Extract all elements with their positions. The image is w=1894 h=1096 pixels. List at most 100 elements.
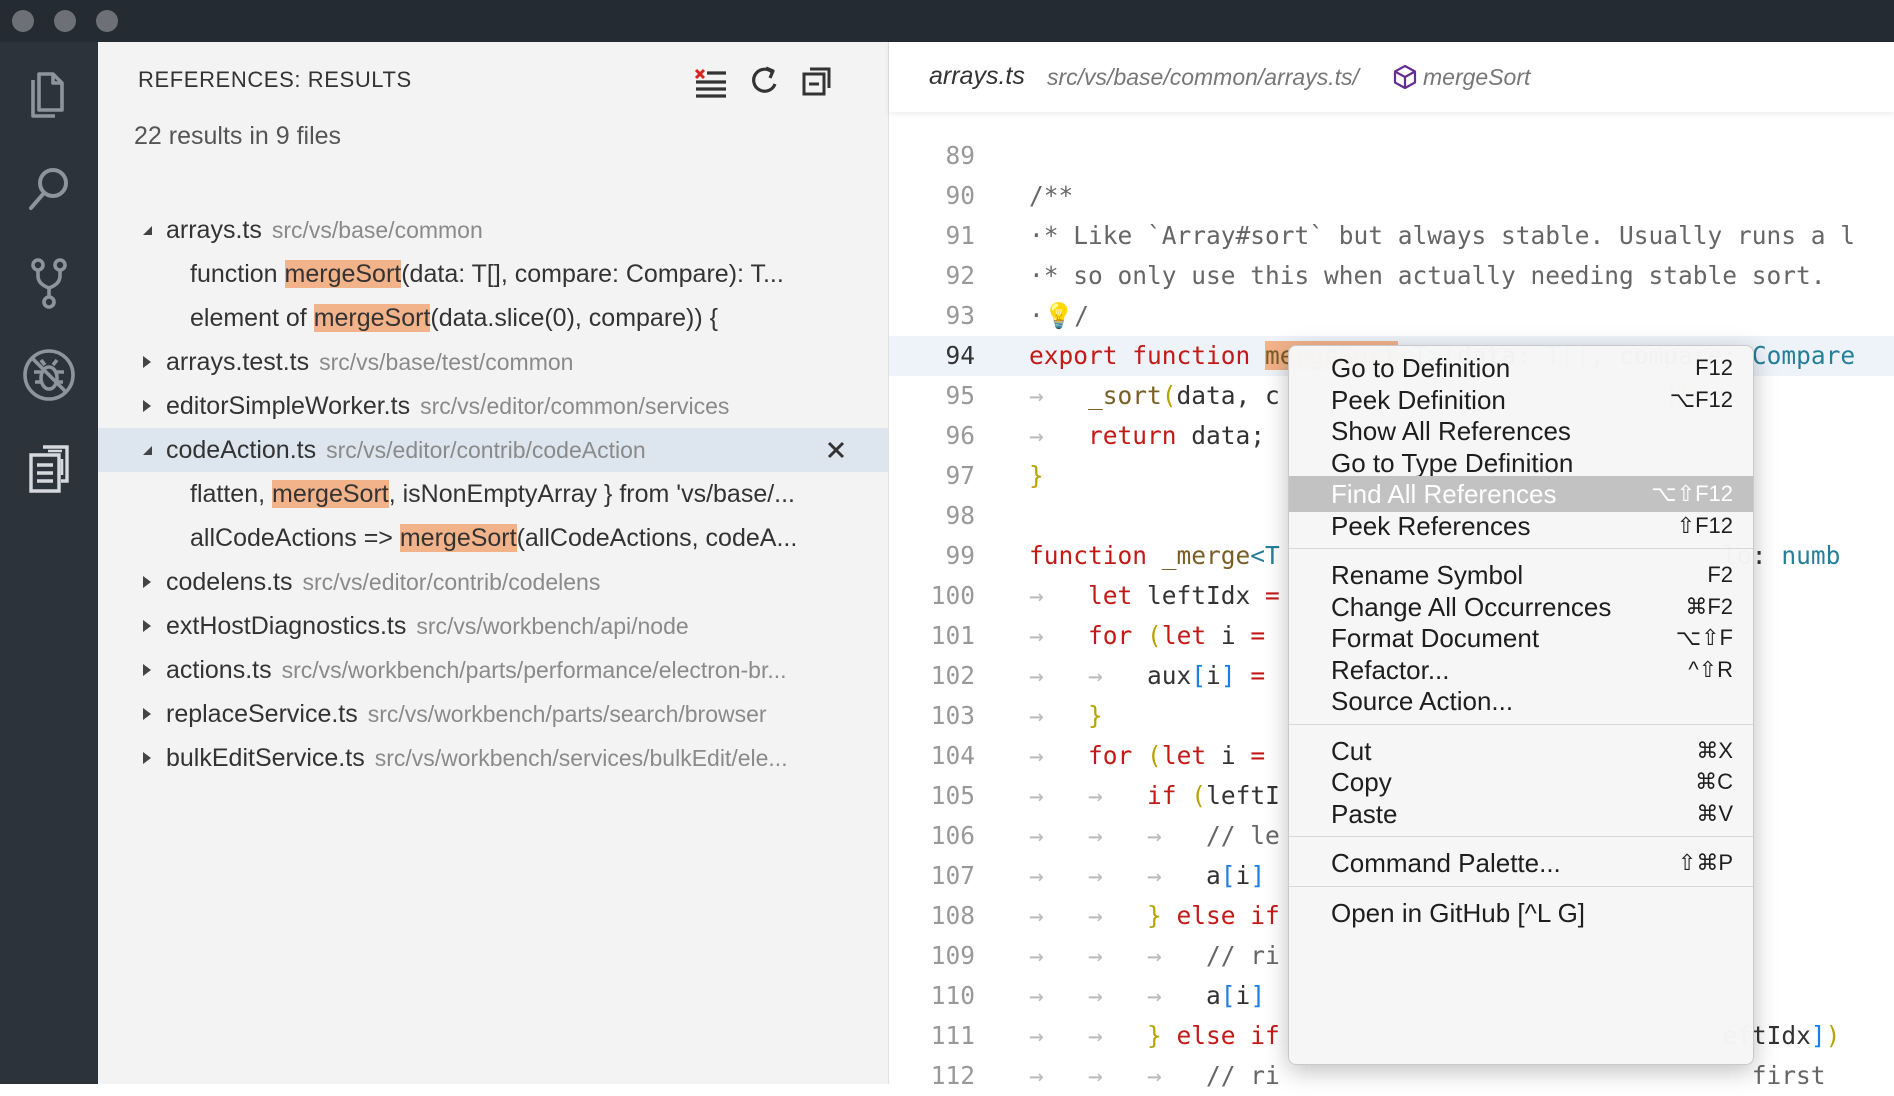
menu-item[interactable]: Command Palette... ⇧⌘P [1289, 845, 1753, 881]
tree-file-row[interactable]: bulkEditService.ts src/vs/workbench/servi… [98, 736, 888, 780]
window-titlebar [0, 0, 1894, 42]
code-line[interactable]: 92 ·* so only use this when actually need… [889, 256, 1894, 296]
tree-match-row[interactable]: function mergeSort(data: T[], compare: C… [98, 252, 888, 296]
line-text: ·* Like `Array#sort` but always stable. … [1029, 221, 1856, 250]
dismiss-icon[interactable] [826, 428, 852, 472]
tree-file-row[interactable]: editorSimpleWorker.ts src/vs/editor/commo… [98, 384, 888, 428]
match-highlight: mergeSort [284, 260, 402, 288]
line-text: ·* so only use this when actually needin… [1029, 261, 1826, 290]
menu-item-label: Command Palette... [1331, 848, 1561, 878]
match-preview: element of mergeSort(data.slice(0), comp… [190, 296, 860, 340]
menu-item-shortcut: ⇧F12 [1676, 512, 1733, 538]
tree-file-row[interactable]: arrays.ts src/vs/base/common [98, 208, 888, 252]
line-text: → } [1029, 701, 1103, 730]
line-text: → → if (leftI [1029, 781, 1280, 810]
tree-file-row[interactable]: arrays.test.ts src/vs/base/test/common [98, 340, 888, 384]
file-path: src/vs/workbench/parts/performance/elect… [281, 657, 787, 683]
close-window-button[interactable] [12, 10, 34, 32]
zoom-window-button[interactable] [96, 10, 118, 32]
sidebar-title: REFERENCES: RESULTS [138, 67, 412, 92]
tree-match-row[interactable]: element of mergeSort(data.slice(0), comp… [98, 296, 888, 340]
references-tree: arrays.ts src/vs/base/common function merg… [98, 208, 888, 780]
match-after: (data.slice(0), compare)) { [430, 304, 719, 332]
line-number: 89 [945, 141, 975, 170]
line-number: 93 [945, 301, 975, 330]
menu-item[interactable]: Source Action... [1289, 683, 1753, 719]
line-text: → for (let i = [1029, 741, 1266, 770]
activity-bar [0, 42, 98, 1084]
line-number: 110 [930, 981, 975, 1010]
breadcrumb-symbol[interactable]: mergeSort [1423, 64, 1530, 91]
file-entry: bulkEditService.ts src/vs/workbench/servi… [166, 736, 788, 780]
file-entry: codeAction.ts src/vs/editor/contrib/codeA… [166, 428, 646, 472]
menu-item[interactable]: Open in GitHub [^L G] [1289, 895, 1753, 931]
tree-file-row[interactable]: codeAction.ts src/vs/editor/contrib/codeA… [98, 428, 888, 472]
match-highlight: mergeSort [313, 304, 431, 332]
line-text: → let leftIdx = [1029, 581, 1280, 610]
tree-match-row[interactable]: flatten, mergeSort, isNonEmptyArray } fr… [98, 472, 888, 516]
search-icon[interactable] [19, 159, 79, 219]
line-text: } [1029, 461, 1044, 490]
line-number: 108 [930, 901, 975, 930]
file-name: arrays.test.ts [166, 348, 310, 376]
match-before: flatten, [190, 480, 272, 508]
chevron-right-icon[interactable] [140, 736, 154, 780]
chevron-right-icon[interactable] [140, 648, 154, 692]
match-preview: function mergeSort(data: T[], compare: C… [190, 252, 860, 296]
breadcrumb: arrays.ts src/vs/base/common/arrays.ts/ … [889, 42, 1894, 112]
chevron-down-icon[interactable] [140, 208, 154, 252]
chevron-right-icon[interactable] [140, 340, 154, 384]
menu-item[interactable]: Peek References ⇧F12 [1289, 508, 1753, 544]
match-before: element of [190, 304, 314, 332]
refresh-icon[interactable] [744, 60, 784, 100]
file-entry: replaceService.ts src/vs/workbench/parts/… [166, 692, 767, 736]
menu-item-shortcut: ⇧⌘P [1677, 850, 1733, 875]
line-text: ·💡/ [1029, 301, 1090, 330]
code-line[interactable]: 90 /** [889, 176, 1894, 216]
source-control-icon[interactable] [19, 252, 79, 312]
clear-results-icon[interactable] [690, 60, 730, 100]
line-text: → return data; [1029, 421, 1266, 450]
line-number: 95 [945, 381, 975, 410]
chevron-right-icon[interactable] [140, 384, 154, 428]
minimize-window-button[interactable] [54, 10, 76, 32]
files-icon[interactable] [19, 60, 79, 120]
code-line[interactable]: 91 ·* Like `Array#sort` but always stable… [889, 216, 1894, 256]
chevron-right-icon[interactable] [140, 604, 154, 648]
references-icon[interactable] [19, 437, 79, 497]
menu-item-label: Paste [1331, 798, 1398, 829]
collapse-all-icon[interactable] [798, 60, 838, 100]
line-number: 100 [930, 581, 975, 610]
line-number: 98 [945, 501, 975, 530]
code-line[interactable]: 93 ·💡/ [889, 296, 1894, 336]
line-text: → → → a[i] [1029, 861, 1266, 890]
match-preview: flatten, mergeSort, isNonEmptyArray } fr… [190, 472, 860, 516]
line-number: 111 [930, 1021, 975, 1050]
chevron-down-icon[interactable] [140, 428, 154, 472]
menu-item-label: Source Action... [1331, 686, 1514, 716]
file-path: src/vs/editor/contrib/codeAction [326, 437, 646, 463]
tree-match-row[interactable]: allCodeActions => mergeSort(allCodeActio… [98, 516, 888, 560]
tree-file-row[interactable]: replaceService.ts src/vs/workbench/parts/… [98, 692, 888, 736]
match-preview: allCodeActions => mergeSort(allCodeActio… [190, 516, 860, 560]
menu-item-label: Open in GitHub [^L G] [1331, 897, 1586, 928]
tree-file-row[interactable]: codelens.ts src/vs/editor/contrib/codelen… [98, 560, 888, 604]
references-sidebar: REFERENCES: RESULTS 22 results in 9 file… [98, 42, 889, 1084]
line-text: /** [1029, 181, 1074, 210]
line-number: 103 [930, 701, 975, 730]
file-entry: actions.ts src/vs/workbench/parts/perform… [166, 648, 787, 692]
file-path: src/vs/editor/common/services [420, 393, 730, 419]
tree-file-row[interactable]: extHostDiagnostics.ts src/vs/workbench/ap… [98, 604, 888, 648]
menu-item[interactable]: Paste ⌘V [1289, 796, 1753, 832]
breadcrumb-file[interactable]: arrays.ts [929, 62, 1025, 91]
results-summary: 22 results in 9 files [134, 122, 342, 150]
file-path: src/vs/workbench/services/bulkEdit/ele..… [374, 745, 788, 771]
breadcrumb-path[interactable]: src/vs/base/common/arrays.ts/ [1047, 64, 1359, 91]
code-line[interactable]: 89 [889, 136, 1894, 176]
tree-file-row[interactable]: actions.ts src/vs/workbench/parts/perform… [98, 648, 888, 692]
line-number: 91 [945, 221, 975, 250]
chevron-right-icon[interactable] [140, 560, 154, 604]
chevron-right-icon[interactable] [140, 692, 154, 736]
debug-icon[interactable] [19, 345, 79, 405]
match-before: function [190, 260, 285, 288]
